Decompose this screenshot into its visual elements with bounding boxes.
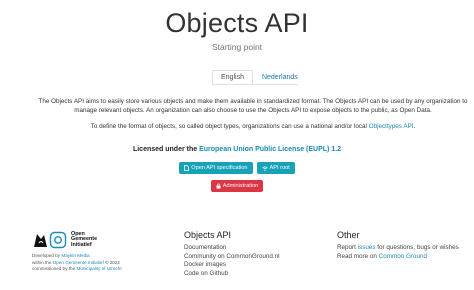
ogi-logo-icon	[34, 231, 67, 249]
footer-objects-api-column: Objects API Documentation Community on C…	[184, 230, 280, 278]
credits-3-prefix: commissioned by the	[32, 266, 77, 271]
open-api-spec-button[interactable]: Open API specification	[179, 162, 253, 174]
report-issues-line: Report issues for questions, bugs or wis…	[337, 244, 459, 253]
api-root-button[interactable]: API root	[256, 162, 295, 174]
page-subtitle: Starting point	[211, 42, 263, 52]
open-api-spec-label: Open API specification	[191, 165, 248, 171]
intro-paragraph-2-suffix: .	[413, 122, 416, 130]
administration-label: Administration	[222, 183, 259, 189]
docker-images-link[interactable]: Docker images	[184, 261, 280, 270]
utrecht-link[interactable]: Municipality of Utrecht	[76, 266, 121, 271]
credits: Developed by Maykin Media within the Ope…	[32, 253, 122, 273]
lock-icon	[216, 183, 221, 189]
documentation-link[interactable]: Documentation	[184, 244, 280, 253]
credits-line-3: commissioned by the Municipality of Utre…	[32, 266, 122, 273]
read-more-line: Read more on Common Ground	[337, 253, 459, 262]
report-suffix: for questions, bugs or wishes	[375, 244, 459, 251]
ogi-logo-text: Open Gemeente Initiatief	[71, 231, 97, 249]
credits-2-suffix: © 2022	[103, 259, 120, 265]
community-link[interactable]: Community on CommonGround.nl	[184, 253, 280, 262]
footer-objects-api-title: Objects API	[184, 230, 232, 240]
administration-button[interactable]: Administration	[210, 180, 264, 192]
file-icon	[184, 165, 190, 171]
wifi-icon	[261, 166, 268, 171]
license-prefix: Licensed under the	[132, 146, 200, 153]
intro-paragraph-2-text: To define the format of objects, so call…	[90, 122, 369, 130]
intro-paragraph-2: To define the format of objects, so call…	[30, 122, 474, 131]
credits-1-prefix: Developed by	[32, 253, 62, 258]
admin-button-row: Administration	[0, 180, 474, 192]
intro-paragraph-1: The Objects API aims to easily store var…	[38, 98, 468, 115]
issues-link[interactable]: issues	[358, 244, 376, 251]
credits-2-prefix: within the	[32, 259, 53, 265]
common-ground-link[interactable]: Common Ground	[379, 253, 427, 260]
page-title: Objects API	[165, 8, 309, 38]
tab-divider	[212, 84, 298, 85]
logo-text-line-3: Initiatief	[71, 241, 92, 248]
ogi-link[interactable]: Open Gemeente Initiatief	[53, 260, 104, 265]
intro-text: The Objects API aims to easily store var…	[30, 97, 474, 137]
footer-other-column: Other Report issues for questions, bugs …	[337, 230, 459, 261]
report-prefix: Report	[337, 244, 358, 251]
footer: Open Gemeente Initiatief Developed by Ma…	[0, 228, 474, 290]
footer-other-title: Other	[337, 230, 360, 240]
api-button-row: Open API specification API root	[0, 162, 474, 174]
maykin-media-link[interactable]: Maykin Media	[61, 253, 89, 258]
ogi-logo[interactable]: Open Gemeente Initiatief	[32, 230, 97, 250]
license-line: Licensed under the European Union Public…	[0, 146, 474, 153]
read-more-prefix: Read more on	[337, 252, 379, 260]
eupl-license-link[interactable]: European Union Public License (EUPL) 1.2	[199, 146, 341, 153]
objecttypes-api-link[interactable]: Objecttypes API	[369, 123, 414, 130]
api-root-label: API root	[269, 165, 290, 171]
github-link[interactable]: Code on Github	[184, 270, 280, 279]
